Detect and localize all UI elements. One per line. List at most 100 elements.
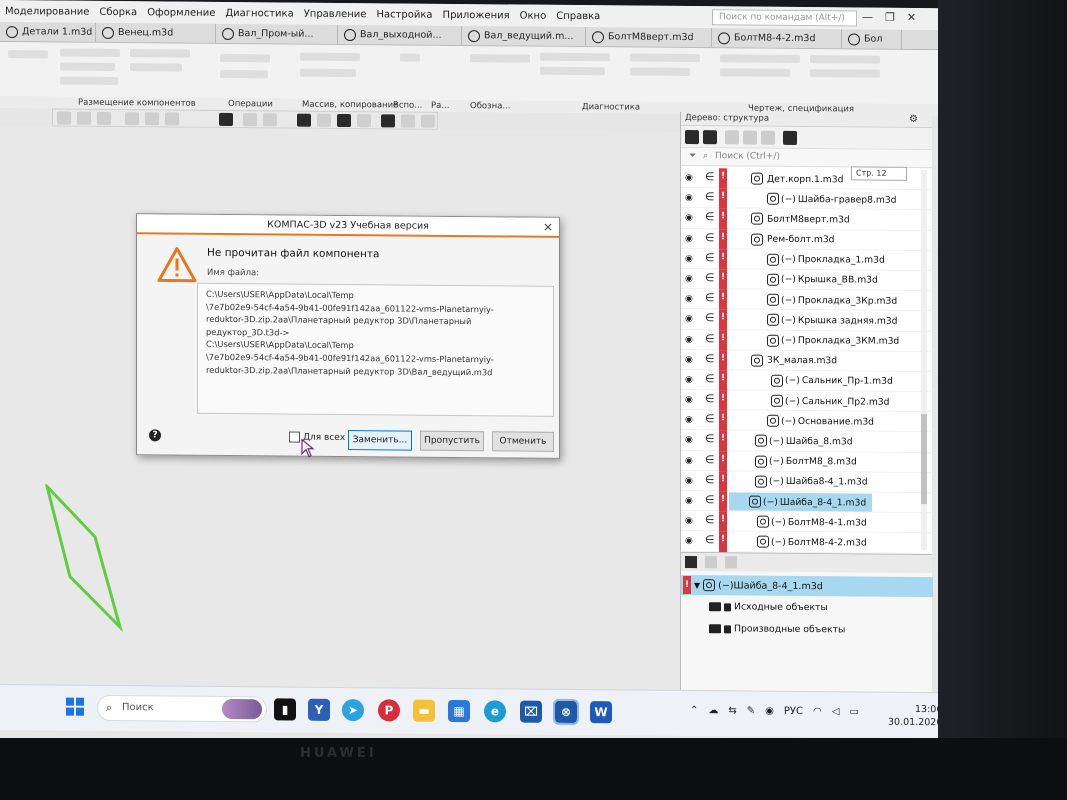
eye-icon[interactable]: ◉ xyxy=(685,375,693,385)
structure-icon[interactable] xyxy=(703,130,717,145)
tool-icon[interactable] xyxy=(263,113,277,127)
eye-icon[interactable]: ◉ xyxy=(685,496,693,506)
tree-row[interactable]: ◉ ∈ (−)БолтМ8-4-2.m3d xyxy=(681,531,933,554)
gear-icon[interactable] xyxy=(337,113,351,128)
doc-tab[interactable]: Вал_ведущий.m... xyxy=(462,26,586,47)
replace-button[interactable]: Заменить... xyxy=(348,430,412,451)
eye-icon[interactable]: ◉ xyxy=(685,334,693,344)
mic-icon[interactable]: ◉ xyxy=(765,706,774,717)
tool-icon[interactable] xyxy=(317,113,331,127)
tree-tab-icon[interactable] xyxy=(685,555,697,569)
source-objects-row[interactable]: Исходные объекты xyxy=(709,601,828,613)
tree-row[interactable]: ◉ ∈ (−)Основание.m3d xyxy=(681,410,933,433)
filter-icon[interactable] xyxy=(381,114,395,128)
doc-tab[interactable]: Детали 1.m3d xyxy=(0,22,96,42)
tree-search-input[interactable]: ⏷ ⌕ Поиск (Ctrl+/) xyxy=(681,147,932,169)
tree-row[interactable]: ◉ ∈ (−)Прокладка_3КМ.m3d xyxy=(681,329,933,352)
menu-item-modeling[interactable]: Моделирование xyxy=(0,6,94,18)
tool-icon[interactable] xyxy=(125,112,139,126)
tool-icon[interactable] xyxy=(421,114,435,128)
tree-row[interactable]: ◉ ∈ (−)БолтМ8_8.m3d xyxy=(681,450,933,473)
formula-tab-icon[interactable] xyxy=(725,556,737,569)
tool-icon[interactable] xyxy=(725,130,739,145)
doc-tab[interactable]: Венец.m3d xyxy=(96,22,216,43)
filter-icon[interactable]: ⏷ xyxy=(689,151,696,161)
tool-icon[interactable] xyxy=(77,111,91,125)
battery-icon[interactable]: ▭ xyxy=(849,706,858,717)
language-indicator[interactable]: РУС xyxy=(784,706,803,717)
tree-row[interactable]: ◉ ∈ (−)Шайба_8-4_1.m3d xyxy=(681,490,933,514)
tree-row[interactable]: ◉ ∈ (−)Крышка_ВВ.m3d xyxy=(681,268,933,292)
tree-row[interactable]: ◉ ∈ (−)Шайба8-4_1.m3d xyxy=(681,470,933,494)
eye-icon[interactable]: ◉ xyxy=(685,456,693,466)
help-icon[interactable]: ? xyxy=(149,429,161,442)
maximize-icon[interactable]: ❐ xyxy=(885,11,895,24)
tool-icon[interactable] xyxy=(243,113,257,127)
chevron-down-icon[interactable]: ▼ xyxy=(694,581,700,590)
tree-row[interactable]: ◉ ∈ (−)Шайба_8.m3d xyxy=(681,430,933,453)
eye-icon[interactable]: ◉ xyxy=(685,213,693,223)
tree-row[interactable]: ◉ ∈ (−)Сальник_Пр-1.m3d xyxy=(681,369,933,393)
doc-tab[interactable]: БолтМ8-4-2.m3d xyxy=(712,28,842,49)
settings-sliders-icon[interactable]: ⇆ xyxy=(728,705,736,716)
eye-icon[interactable]: ◉ xyxy=(685,254,693,264)
eye-icon[interactable]: ◉ xyxy=(685,193,693,203)
volume-icon[interactable]: ◁ xyxy=(832,706,840,717)
doc-tab[interactable]: Вал_выходной... xyxy=(338,24,462,46)
tool-icon[interactable] xyxy=(165,112,179,126)
skip-button[interactable]: Пропустить xyxy=(420,430,484,452)
derived-objects-row[interactable]: Производные объекты xyxy=(709,623,845,635)
eye-icon[interactable]: ◉ xyxy=(685,314,693,324)
tree-row[interactable]: ◉ ∈ (−)Шайба-гравер8.m3d xyxy=(681,188,933,211)
eye-icon[interactable]: ◉ xyxy=(685,395,693,405)
kompas-app-icon[interactable]: ⌧ xyxy=(520,700,542,723)
widgets-icon[interactable]: ▮ xyxy=(274,698,296,721)
kompas-active-icon[interactable]: ⊗ xyxy=(553,698,579,726)
windows-start-icon[interactable] xyxy=(66,697,84,716)
tool-icon[interactable] xyxy=(761,130,775,145)
tree-row[interactable]: ◉ ∈ (−)Прокладка_3Кр.m3d xyxy=(681,289,933,312)
cube-icon[interactable] xyxy=(219,112,233,127)
pen-icon[interactable]: ✎ xyxy=(747,706,755,717)
menu-item-window[interactable]: Окно xyxy=(515,10,552,21)
menu-item-help[interactable]: Справка xyxy=(551,10,605,21)
tree-row[interactable]: ◉ ∈ (−)Крышка задняя.m3d xyxy=(681,309,933,332)
pinterest-icon[interactable]: P xyxy=(378,699,400,722)
menu-item-assembly[interactable]: Сборка xyxy=(94,6,142,17)
doc-tab[interactable]: Бол xyxy=(842,29,902,49)
cloud-icon[interactable]: ☁ xyxy=(708,705,718,716)
doc-tab[interactable]: БолтМ8верт.m3d xyxy=(586,27,712,48)
eye-icon[interactable]: ◉ xyxy=(685,355,693,365)
eye-icon[interactable]: ◉ xyxy=(685,173,693,183)
tool-icon[interactable] xyxy=(401,114,415,128)
edge-icon[interactable]: e xyxy=(484,700,506,723)
tree-row[interactable]: ◉ ∈ (−)Сальник_Пр2.m3d xyxy=(681,390,933,413)
minimize-icon[interactable]: — xyxy=(862,11,873,24)
eye-icon[interactable]: ◉ xyxy=(685,516,693,526)
menu-item-design[interactable]: Оформление xyxy=(142,7,220,19)
eye-icon[interactable]: ◉ xyxy=(685,234,693,244)
tree-row[interactable]: ◉ ∈ БолтМ8верт.m3d xyxy=(681,208,933,231)
apply-to-all-checkbox[interactable]: Для всех xyxy=(289,431,345,443)
tree-row[interactable]: ◉ ∈ 3К_малая.m3d xyxy=(681,349,933,373)
command-search-input[interactable]: Поиск по командам (Alt+/) xyxy=(712,9,857,27)
snap-icon[interactable] xyxy=(297,113,311,127)
menu-item-settings[interactable]: Настройка xyxy=(371,9,437,21)
tool-icon[interactable] xyxy=(97,111,111,125)
tool-icon[interactable] xyxy=(743,130,757,145)
tree-row[interactable]: ◉ ∈ (−)Прокладка_1.m3d xyxy=(681,248,933,272)
yandex-browser-icon[interactable]: Y xyxy=(308,698,330,721)
doc-tab[interactable]: Вал_Пром-ый... xyxy=(216,23,338,44)
eye-icon[interactable]: ◉ xyxy=(685,415,693,425)
tool-icon[interactable] xyxy=(145,112,159,126)
tree-row[interactable]: ◉ ∈ Рем-болт.m3d xyxy=(681,228,933,251)
list-tab-icon[interactable] xyxy=(705,556,717,569)
tree-row[interactable]: ◉ ∈ (−)БолтМ8-4-1.m3d xyxy=(681,511,933,534)
tool-icon[interactable] xyxy=(357,114,371,128)
eye-icon[interactable]: ◉ xyxy=(685,476,693,486)
word-icon[interactable]: W xyxy=(590,701,612,724)
menu-item-diagnostics[interactable]: Диагностика xyxy=(220,7,298,19)
clock[interactable]: 13:06 30.01.2026 xyxy=(888,703,940,729)
wifi-icon[interactable]: ◠ xyxy=(813,706,822,717)
selected-component-row[interactable]: ! ▼ (−)Шайба_8-4_1.m3d xyxy=(681,574,933,598)
